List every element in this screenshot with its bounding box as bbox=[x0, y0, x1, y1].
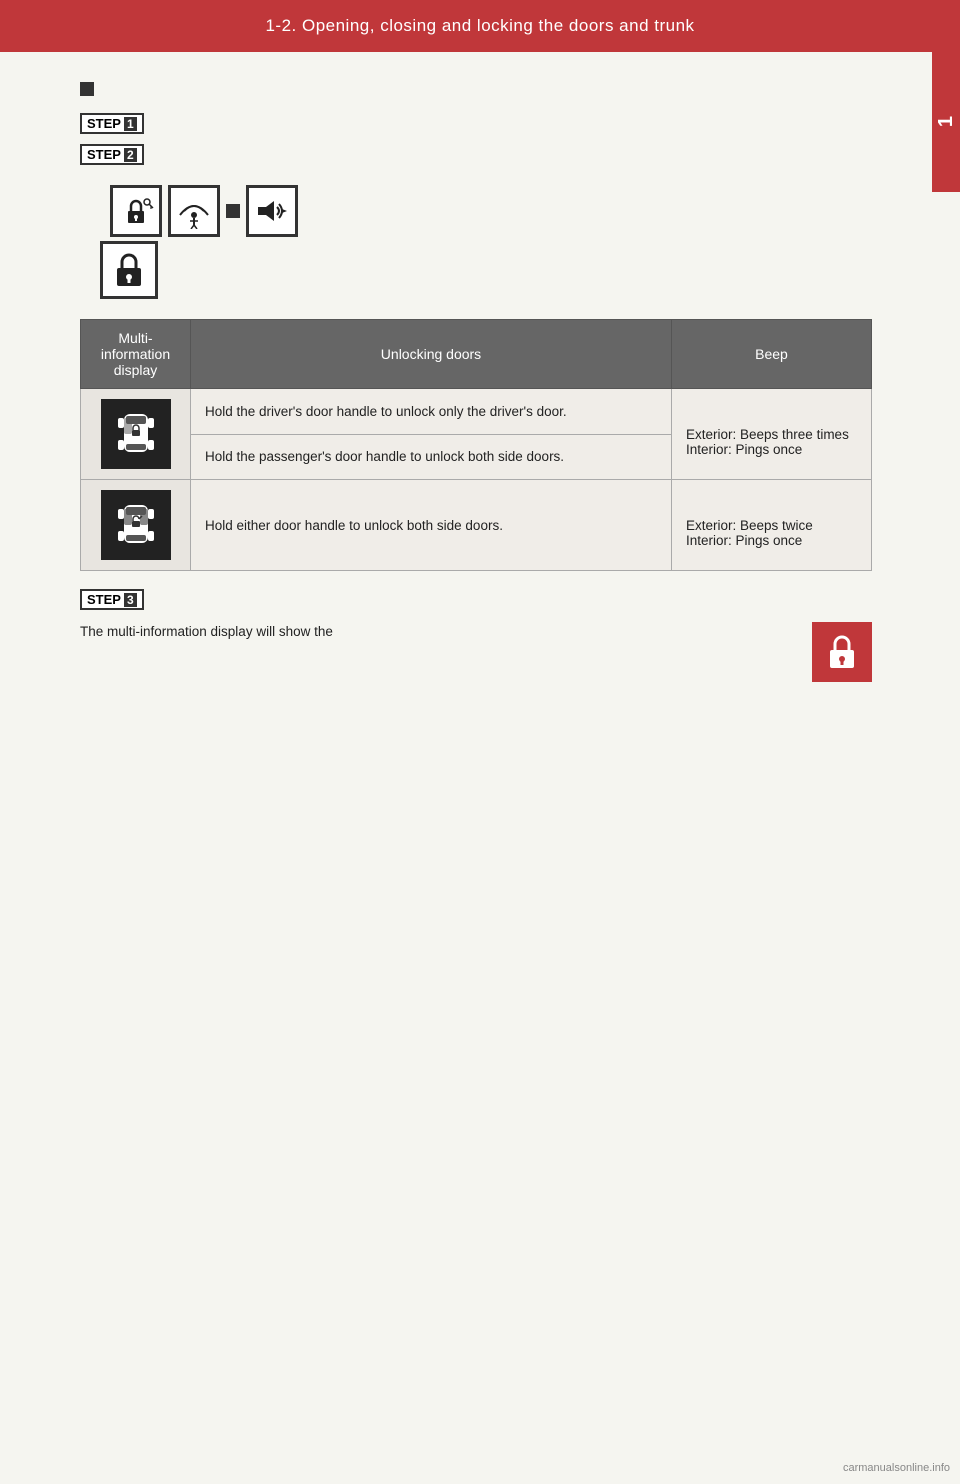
table-row2-unlock: Hold either door handle to unlock both s… bbox=[191, 480, 672, 571]
step2-label: STEP bbox=[87, 147, 121, 162]
header-bar: 1-2. Opening, closing and locking the do… bbox=[0, 0, 960, 52]
step3-number: 3 bbox=[124, 593, 137, 607]
step1-number: 1 bbox=[124, 117, 137, 131]
table-row1-unlock2: Hold the passenger's door handle to unlo… bbox=[191, 434, 672, 480]
speaker-svg bbox=[254, 193, 290, 229]
car-top-view-svg-2 bbox=[106, 495, 166, 555]
table-col2-header: Unlocking doors bbox=[191, 320, 672, 389]
step2-badge: STEP 2 bbox=[80, 144, 144, 165]
step3-lock-svg bbox=[820, 630, 864, 674]
section-marker bbox=[80, 82, 94, 96]
step3-row: STEP 3 bbox=[80, 589, 872, 616]
table-row1-beep: Exterior: Beeps three times Interior: Pi… bbox=[672, 389, 872, 480]
car-both-doors-icon bbox=[101, 490, 171, 560]
table-row-1: Hold the driver's door handle to unlock … bbox=[81, 389, 872, 435]
table-row1-icon-cell bbox=[81, 389, 191, 480]
step3-badge: STEP 3 bbox=[80, 589, 144, 610]
icon-row bbox=[100, 185, 872, 299]
table-row1-unlock1: Hold the driver's door handle to unlock … bbox=[191, 389, 672, 435]
step1-row: STEP 1 bbox=[80, 113, 872, 140]
lock-bottom-svg bbox=[107, 248, 151, 292]
step3-text-area: The multi-information display will show … bbox=[80, 622, 732, 651]
key-lock-svg bbox=[118, 193, 154, 229]
header-title: 1-2. Opening, closing and locking the do… bbox=[265, 16, 694, 36]
speaker-icon-box bbox=[246, 185, 298, 237]
step3-content: The multi-information display will show … bbox=[80, 622, 872, 682]
step3-icon-box bbox=[812, 622, 872, 682]
table-col1-header: Multi-information display bbox=[81, 320, 191, 389]
watermark: carmanualsonline.info bbox=[843, 1462, 950, 1474]
step3-label: STEP bbox=[87, 592, 121, 607]
separator-dot bbox=[226, 204, 240, 218]
step1-label: STEP bbox=[87, 116, 121, 131]
step3-text: The multi-information display will show … bbox=[80, 622, 732, 643]
wave-icon-box bbox=[168, 185, 220, 237]
step2-row: STEP 2 bbox=[80, 144, 872, 171]
side-tab: 1 bbox=[932, 52, 960, 192]
table-col3-header: Beep bbox=[672, 320, 872, 389]
lock-bottom-icon-box bbox=[100, 241, 158, 299]
table-row-2: Hold either door handle to unlock both s… bbox=[81, 480, 872, 571]
step1-badge: STEP 1 bbox=[80, 113, 144, 134]
step2-number: 2 bbox=[124, 148, 137, 162]
car-driver-door-icon bbox=[101, 399, 171, 469]
table-row2-icon-cell bbox=[81, 480, 191, 571]
car-top-view-svg-1 bbox=[106, 404, 166, 464]
info-table: Multi-information display Unlocking door… bbox=[80, 319, 872, 571]
table-row2-beep: Exterior: Beeps twice Interior: Pings on… bbox=[672, 480, 872, 571]
wave-svg bbox=[176, 193, 212, 229]
main-content: STEP 1 STEP 2 bbox=[0, 52, 932, 722]
side-tab-number: 1 bbox=[935, 116, 958, 127]
key-lock-icon-box bbox=[110, 185, 162, 237]
